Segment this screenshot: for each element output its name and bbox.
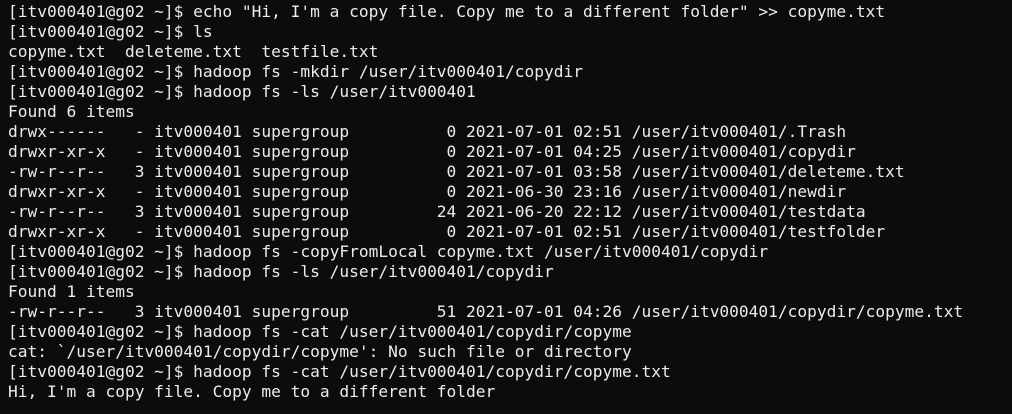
terminal-line: [itv000401@g02 ~]$ ls [8, 22, 213, 41]
terminal-line: -rw-r--r-- 3 itv000401 supergroup 0 2021… [8, 162, 905, 181]
terminal-output: [itv000401@g02 ~]$ echo "Hi, I'm a copy … [8, 2, 1012, 402]
terminal-line: Found 6 items [8, 102, 135, 121]
terminal-line: cat: `/user/itv000401/copydir/copyme': N… [8, 342, 632, 361]
terminal-line: Hi, I'm a copy file. Copy me to a differ… [8, 382, 496, 401]
terminal-line: drwxr-xr-x - itv000401 supergroup 0 2021… [8, 222, 886, 241]
terminal-line: drwxr-xr-x - itv000401 supergroup 0 2021… [8, 142, 856, 161]
terminal-line: [itv000401@g02 ~]$ hadoop fs -ls /user/i… [8, 262, 554, 281]
terminal-line: drwx------ - itv000401 supergroup 0 2021… [8, 122, 847, 141]
terminal-window[interactable]: [itv000401@g02 ~]$ echo "Hi, I'm a copy … [0, 0, 1012, 414]
terminal-line: drwxr-xr-x - itv000401 supergroup 0 2021… [8, 182, 847, 201]
terminal-line: [itv000401@g02 ~]$ hadoop fs -cat /user/… [8, 362, 671, 381]
terminal-line: [itv000401@g02 ~]$ hadoop fs -ls /user/i… [8, 82, 476, 101]
terminal-line: [itv000401@g02 ~]$ hadoop fs -copyFromLo… [8, 242, 769, 261]
terminal-line: [itv000401@g02 ~]$ hadoop fs -mkdir /use… [8, 62, 583, 81]
terminal-line: [itv000401@g02 ~]$ hadoop fs -cat /user/… [8, 322, 632, 341]
terminal-line: -rw-r--r-- 3 itv000401 supergroup 24 202… [8, 202, 866, 221]
terminal-line: -rw-r--r-- 3 itv000401 supergroup 51 202… [8, 302, 964, 321]
terminal-line: Found 1 items [8, 282, 135, 301]
terminal-line: [itv000401@g02 ~]$ echo "Hi, I'm a copy … [8, 2, 886, 21]
terminal-line: copyme.txt deleteme.txt testfile.txt [8, 42, 379, 61]
